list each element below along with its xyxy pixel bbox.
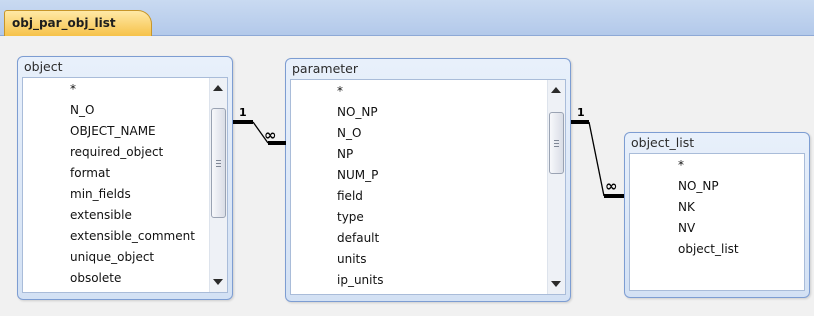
many-cardinality-label: ∞	[605, 177, 618, 195]
many-cardinality-label: ∞	[264, 126, 277, 144]
relationship-parameter-object-list[interactable]: 1 ∞	[571, 106, 624, 198]
relationship-canvas: object * N_O OBJECT_NAME required_object…	[0, 36, 814, 316]
relationship-lines: 1 ∞ 1 ∞	[233, 106, 624, 198]
one-cardinality-label: 1	[577, 106, 585, 119]
tab-label: obj_par_obj_list	[12, 16, 116, 30]
relationship-object-parameter[interactable]: 1 ∞	[233, 106, 286, 145]
tab-obj-par-obj-list[interactable]: obj_par_obj_list	[4, 10, 152, 36]
one-cardinality-label: 1	[239, 106, 247, 119]
document-tab-strip: obj_par_obj_list	[0, 0, 814, 36]
